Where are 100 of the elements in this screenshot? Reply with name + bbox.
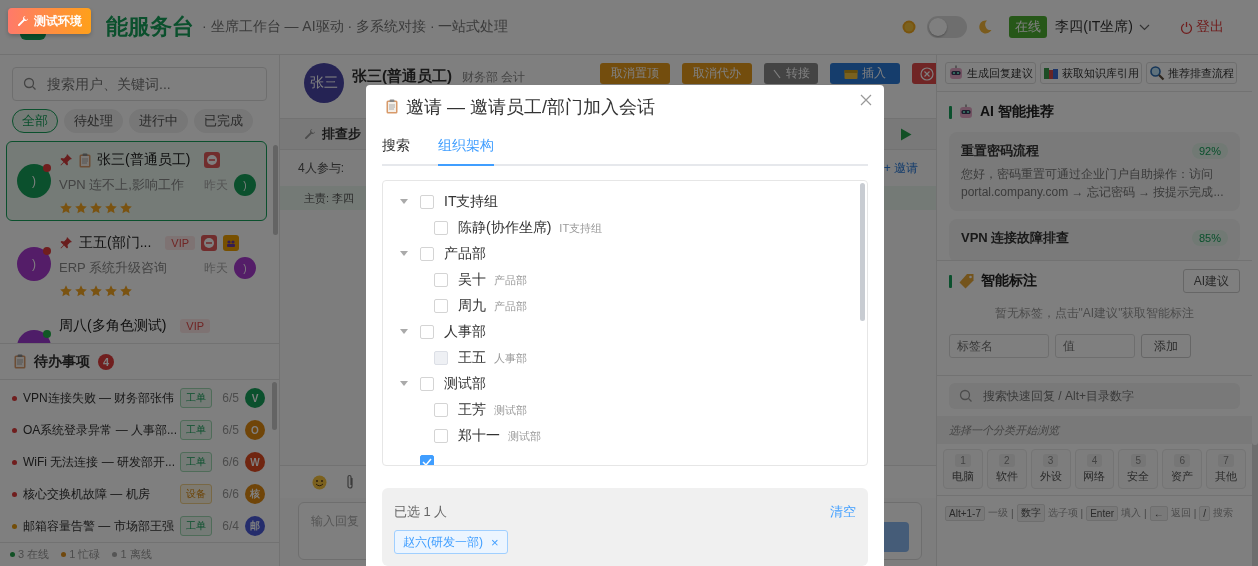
- assignee-avatar: V: [245, 388, 265, 408]
- ai-suggest-button[interactable]: AI建议: [1182, 269, 1240, 293]
- message-preview: ERP 系统升级咨询: [59, 259, 169, 277]
- match-score: 85%: [1191, 230, 1228, 246]
- employee-name: 王芳: [458, 401, 486, 419]
- contact-name: 张三(普通员工): [97, 151, 191, 169]
- checkbox[interactable]: [420, 247, 434, 261]
- action-button[interactable]: 取消代办: [682, 63, 752, 84]
- avatar: ): [17, 247, 51, 281]
- todo-text: OA系统登录异常 — 人事部...: [23, 421, 175, 439]
- status-badge: 在线: [1009, 16, 1048, 38]
- books-icon: [1043, 65, 1059, 81]
- magnifier-icon: [1149, 65, 1165, 81]
- star-icon: [104, 201, 118, 215]
- key-hint: ←: [1149, 505, 1168, 521]
- department-name: 测试部: [444, 375, 486, 393]
- quick-reply-search[interactable]: 搜索快速回复 / Alt+目录数字: [981, 388, 1230, 404]
- robot-icon: [958, 104, 974, 120]
- invite-link[interactable]: + 邀请: [883, 159, 918, 177]
- employee-department: 产品部: [494, 298, 527, 314]
- action-button[interactable]: 插入: [830, 63, 900, 84]
- tag-icon: [958, 272, 975, 290]
- moon-icon: [977, 19, 994, 35]
- checkbox[interactable]: [420, 455, 434, 465]
- section-title: 待办事项: [34, 352, 90, 371]
- contact-avatar: 张三: [304, 63, 344, 103]
- remove-button[interactable]: ×: [491, 534, 499, 550]
- robot-icon: [948, 65, 964, 81]
- recommendation-card[interactable]: VPN 连接故障排查 85%: [949, 219, 1240, 260]
- category-label: 安全: [1127, 469, 1150, 484]
- count-badge: 4: [98, 353, 114, 370]
- assistant-button[interactable]: 生成回复建议: [945, 62, 1036, 84]
- checkbox[interactable]: [420, 195, 434, 209]
- contact-name: 周八(多角色测试): [59, 317, 167, 335]
- search-icon: [23, 77, 37, 91]
- todo-text: VPN连接失败 — 财务部张伟: [23, 389, 175, 407]
- add-button[interactable]: 添加: [1141, 334, 1191, 358]
- section-title: AI 智能推荐: [980, 103, 1054, 121]
- department-name: IT支持组: [444, 193, 499, 211]
- chevron-down-icon: [1139, 23, 1150, 31]
- agent-avatar: ): [234, 174, 256, 196]
- action-button[interactable]: 取消置顶: [600, 63, 670, 84]
- check-icon: [422, 458, 432, 465]
- user-menu[interactable]: 李四(IT坐席): [1055, 18, 1150, 36]
- assistant-button[interactable]: 推荐排查流程: [1146, 62, 1237, 84]
- category-label: 其他: [1215, 469, 1238, 484]
- search-field[interactable]: 搜索用户、关键词...: [45, 75, 256, 93]
- close-icon: [860, 93, 872, 106]
- assistant-button[interactable]: 获取知识库引用: [1040, 62, 1142, 84]
- separator: |: [1193, 507, 1197, 519]
- agent-avatar: ): [234, 257, 256, 279]
- people-badge-icon: [223, 235, 240, 251]
- checkbox[interactable]: [434, 273, 448, 287]
- theme-toggle[interactable]: [927, 16, 968, 38]
- minus-badge-icon: [201, 235, 218, 251]
- type-tag: 工单: [180, 420, 213, 440]
- tag-value-field[interactable]: 值: [1055, 334, 1135, 358]
- chip-label: 赵六(研发一部): [403, 533, 483, 551]
- dialog-tab[interactable]: 搜索: [382, 128, 410, 166]
- dialog-tab[interactable]: 组织架构: [438, 128, 494, 166]
- quick-reply-box[interactable]: 搜索快速回复 / Alt+目录数字: [949, 383, 1240, 409]
- filter-tab[interactable]: 进行中: [129, 109, 188, 133]
- category-label: 外设: [1039, 469, 1062, 484]
- wrench-icon: [17, 15, 29, 27]
- match-score: 92%: [1191, 143, 1228, 159]
- checkbox[interactable]: [434, 403, 448, 417]
- category-label: 网络: [1083, 469, 1106, 484]
- employee-department: IT支持组: [559, 220, 603, 236]
- clear-link[interactable]: 清空: [830, 503, 856, 521]
- checkbox[interactable]: [420, 325, 434, 339]
- tag-name-field[interactable]: 标签名: [949, 334, 1049, 358]
- employee-name: 王五: [458, 349, 486, 367]
- key-hint: 数字: [1016, 504, 1045, 522]
- assignee-avatar: O: [245, 420, 265, 440]
- star-icon: [104, 284, 118, 298]
- separator: |: [1144, 507, 1147, 519]
- vip-tag: VIP: [165, 236, 196, 250]
- todo-text: WiFi 无法连接 — 研发部开...: [23, 453, 175, 471]
- checkbox[interactable]: [420, 377, 434, 391]
- filter-tab[interactable]: 待处理: [64, 109, 123, 133]
- participants-label: 4人参与:: [298, 159, 344, 177]
- category-label: 电脑: [951, 469, 974, 484]
- logout-button[interactable]: 登出: [1180, 18, 1224, 36]
- filter-tab[interactable]: 全部: [12, 109, 58, 133]
- app-title: 能服务台: [106, 13, 194, 41]
- checkbox[interactable]: [434, 221, 448, 235]
- key-hint: Alt+1-7: [945, 505, 985, 521]
- recommendation-title: 重置密码流程: [961, 142, 1039, 160]
- star-icon: [59, 201, 73, 215]
- vip-tag: VIP: [180, 319, 211, 333]
- category-label: 资产: [1171, 469, 1194, 484]
- filter-tab[interactable]: 已完成: [194, 109, 253, 133]
- clipboard-icon: [386, 99, 398, 114]
- checkbox[interactable]: [434, 429, 448, 443]
- checkbox[interactable]: [434, 299, 448, 313]
- contact-name: 王五(部门...: [79, 234, 152, 252]
- separator: |: [1010, 507, 1014, 519]
- box-icon: [844, 67, 858, 80]
- search-box[interactable]: 搜索用户、关键词...: [12, 67, 267, 101]
- environment-label: 测试环境: [34, 12, 82, 30]
